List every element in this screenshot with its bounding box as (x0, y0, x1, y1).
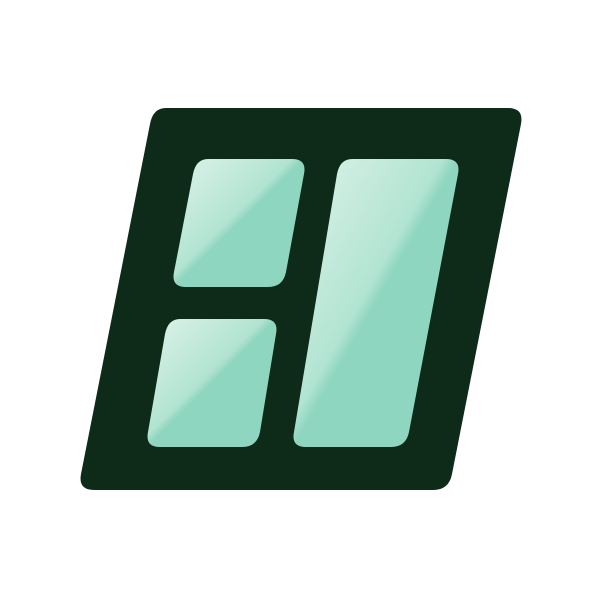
logo-panel-bottom-left (147, 319, 277, 447)
logo-panel-top-left (173, 159, 305, 287)
logo-canvas (0, 0, 600, 600)
layout-grid-icon (80, 108, 522, 490)
